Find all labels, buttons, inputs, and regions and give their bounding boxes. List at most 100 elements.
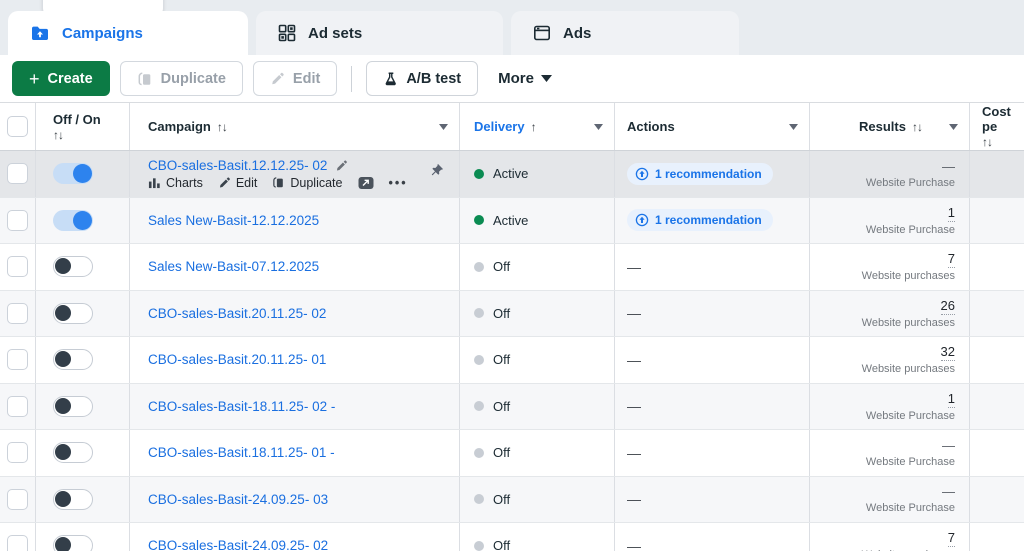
table-row[interactable]: Sales New-Basit-12.12.2025 Active 1 reco… xyxy=(0,197,1024,244)
table-row[interactable]: Sales New-Basit-07.12.2025 Off — 7 Websi… xyxy=(0,244,1024,291)
campaign-toggle[interactable] xyxy=(53,395,93,417)
select-all-checkbox[interactable] xyxy=(7,116,28,137)
status-dot xyxy=(474,540,484,551)
campaign-name-link[interactable]: CBO-sales-Basit-24.09.25- 03 xyxy=(148,492,328,507)
campaign-toggle[interactable] xyxy=(53,535,93,551)
tab-campaigns-label: Campaigns xyxy=(62,24,143,42)
delivery-column-menu-caret[interactable] xyxy=(594,123,603,130)
charts-action[interactable]: Charts xyxy=(148,176,203,190)
campaign-sort-icon[interactable]: ↑↓ xyxy=(217,120,228,134)
campaign-header-label: Campaign xyxy=(148,119,211,134)
campaign-name-link[interactable]: CBO-sales-Basit.18.11.25- 01 - xyxy=(148,445,335,460)
tab-campaigns[interactable]: Campaigns xyxy=(8,11,248,55)
edit-action[interactable]: Edit xyxy=(218,176,257,190)
campaign-toggle[interactable] xyxy=(53,442,93,464)
column-header-results[interactable]: Results ↑↓ xyxy=(810,103,970,150)
column-header-actions[interactable]: Actions xyxy=(615,103,810,150)
table-row[interactable]: CBO-sales-Basit.20.11.25- 01 Off — 32 We… xyxy=(0,337,1024,384)
campaign-toggle[interactable] xyxy=(53,302,93,324)
duplicate-button[interactable]: Duplicate xyxy=(119,61,243,96)
recommendation-badge[interactable]: 1 recommendation xyxy=(627,209,773,232)
results-type-label: Website Purchase xyxy=(865,455,955,468)
column-header-delivery[interactable]: Delivery ↑ xyxy=(460,103,615,150)
row-checkbox[interactable] xyxy=(7,302,28,324)
campaign-name-link[interactable]: CBO-sales-Basit-18.11.25- 02 - xyxy=(148,399,335,414)
results-value[interactable]: 1 xyxy=(947,391,955,408)
row-checkbox[interactable] xyxy=(7,209,28,231)
row-checkbox[interactable] xyxy=(7,349,28,371)
create-button-label: Create xyxy=(47,70,93,87)
recommendation-badge[interactable]: 1 recommendation xyxy=(627,162,773,185)
results-value[interactable]: 32 xyxy=(940,344,955,362)
duplicate-button-label: Duplicate xyxy=(160,70,226,87)
row-checkbox[interactable] xyxy=(7,256,28,278)
campaign-name-link[interactable]: CBO-sales-Basit-24.09.25- 02 xyxy=(148,538,328,551)
row-checkbox[interactable] xyxy=(7,163,28,185)
table-row[interactable]: CBO-sales-Basit-24.09.25- 02 Off — 7 Web… xyxy=(0,523,1024,551)
pin-icon[interactable] xyxy=(430,163,444,177)
row-checkbox[interactable] xyxy=(7,442,28,464)
campaign-name-link[interactable]: Sales New-Basit-07.12.2025 xyxy=(148,259,319,274)
ab-test-button-label: A/B test xyxy=(406,70,462,87)
plus-icon: + xyxy=(29,68,40,89)
no-actions-dash: — xyxy=(627,537,641,551)
campaign-name-link[interactable]: Sales New-Basit-12.12.2025 xyxy=(148,213,319,228)
results-value[interactable]: 1 xyxy=(947,205,955,222)
results-header-label: Results xyxy=(859,119,906,134)
ab-test-button[interactable]: A/B test xyxy=(366,61,479,96)
column-header-toggle[interactable]: Off / On ↑↓ xyxy=(36,103,130,150)
row-more-actions[interactable]: ••• xyxy=(389,176,408,190)
toggle-sort-icon[interactable]: ↑↓ xyxy=(53,128,64,142)
campaign-column-menu-caret[interactable] xyxy=(439,123,448,130)
column-header-campaign[interactable]: Campaign ↑↓ xyxy=(130,103,460,150)
delivery-status: Off xyxy=(493,491,511,507)
table-row[interactable]: CBO-sales-Basit-24.09.25- 03 Off — — Web… xyxy=(0,476,1024,523)
row-checkbox[interactable] xyxy=(7,488,28,510)
column-header-cost[interactable]: Cost pe ↑↓ xyxy=(970,103,1024,150)
campaign-toggle[interactable] xyxy=(53,163,93,185)
edit-button[interactable]: Edit xyxy=(252,61,338,96)
campaign-toggle[interactable] xyxy=(53,256,93,278)
cost-sort-icon[interactable]: ↑↓ xyxy=(982,135,993,149)
duplicate-action[interactable]: Duplicate xyxy=(272,176,343,190)
flask-icon xyxy=(385,71,397,85)
campaign-name-link[interactable]: CBO-sales-Basit.20.11.25- 02 xyxy=(148,306,326,321)
tab-adsets[interactable]: Ad sets xyxy=(256,11,503,55)
results-type-label: Website purchases xyxy=(861,316,955,329)
results-value: — xyxy=(942,158,955,174)
create-button[interactable]: + Create xyxy=(12,61,110,96)
campaign-name-link[interactable]: CBO-sales-Basit.20.11.25- 01 xyxy=(148,352,326,367)
results-value[interactable]: 7 xyxy=(947,251,955,269)
results-value[interactable]: 7 xyxy=(947,530,955,548)
campaign-toggle[interactable] xyxy=(53,349,93,371)
rename-pencil-icon[interactable] xyxy=(335,159,348,172)
edit-pencil-icon xyxy=(272,72,284,85)
delivery-status: Active xyxy=(493,166,529,182)
table-row[interactable]: CBO-sales-Basit.18.11.25- 01 - Off — — W… xyxy=(0,430,1024,477)
campaign-toggle[interactable] xyxy=(53,488,93,510)
no-actions-dash: — xyxy=(627,491,641,508)
no-actions-dash: — xyxy=(627,444,641,461)
row-checkbox[interactable] xyxy=(7,535,28,551)
actions-column-menu-caret[interactable] xyxy=(789,123,798,130)
results-value[interactable]: 26 xyxy=(940,298,955,315)
tab-ads[interactable]: Ads xyxy=(511,11,739,55)
delivery-status: Off xyxy=(493,445,511,461)
row-checkbox[interactable] xyxy=(7,395,28,417)
tab-ads-label: Ads xyxy=(563,24,592,42)
campaign-name-link[interactable]: CBO-sales-Basit.12.12.25- 02 xyxy=(148,158,327,173)
export-action[interactable] xyxy=(358,176,374,190)
more-button[interactable]: More xyxy=(498,70,552,87)
table-row[interactable]: CBO-sales-Basit-18.11.25- 02 - Off — 1 W… xyxy=(0,383,1024,430)
results-value: — xyxy=(942,484,955,500)
campaign-toggle[interactable] xyxy=(53,209,93,231)
results-column-menu-caret[interactable] xyxy=(949,123,958,130)
table-row[interactable]: CBO-sales-Basit.20.11.25- 02 Off — 26 We… xyxy=(0,290,1024,337)
edit-pencil-icon xyxy=(219,177,230,188)
delivery-sort-icon[interactable]: ↑ xyxy=(531,120,537,134)
results-sort-icon[interactable]: ↑↓ xyxy=(912,120,923,134)
ads-window-icon xyxy=(533,24,551,42)
cost-header-label: Cost pe xyxy=(982,104,1011,134)
results-type-label: Website Purchase xyxy=(865,502,955,515)
table-row[interactable]: CBO-sales-Basit.12.12.25- 02 Charts Edit xyxy=(0,151,1024,198)
